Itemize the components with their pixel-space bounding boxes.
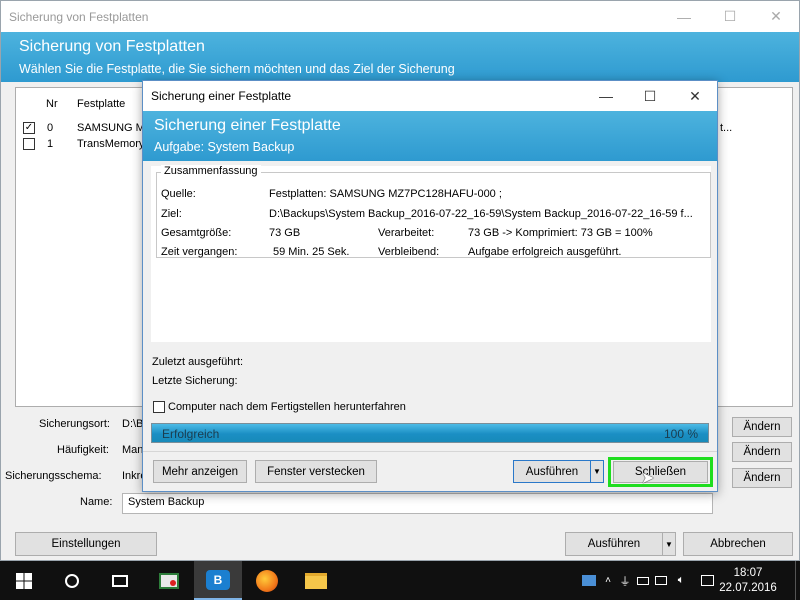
run-dropdown-button[interactable]: ▼ [662,532,676,556]
network-icon[interactable] [652,561,670,600]
dialog-maximize-button[interactable]: ☐ [627,81,673,111]
chevron-up-icon[interactable]: ˄ [600,561,616,600]
dialog-banner: Sicherung einer Festplatte Aufgabe: Syst… [143,111,717,161]
summary-group: Zusammenfassung Quelle: Festplatten: SAM… [151,165,711,342]
change-frequency-button[interactable]: Ändern [732,442,792,462]
elapsed-value: 59 Min. 25 Sek. [273,246,350,258]
row-nr: 0 [47,122,54,134]
backup-dialog: Sicherung einer Festplatte — ☐ ✕ Sicheru… [142,80,718,492]
row-checkbox[interactable]: ✓ [23,122,35,134]
keyboard-icon[interactable] [578,561,600,600]
total-size-value: 73 GB [269,227,301,239]
last-run-label: Zuletzt ausgeführt: [152,356,244,368]
dialog-run-button[interactable]: Ausführen [513,460,591,483]
progress-percent: 100 % [663,427,698,441]
task-view-icon[interactable] [96,561,144,600]
hide-window-button[interactable]: Fenster verstecken [255,460,377,483]
dialog-minimize-button[interactable]: — [583,81,629,111]
source-value: Festplatten: SAMSUNG MZ7PC128HAFU-000 ; [269,188,502,200]
main-window-title: Sicherung von Festplatten [9,9,149,24]
target-label: Ziel: [161,208,182,220]
remaining-value: Aufgabe erfolgreich ausgeführt. [468,246,622,258]
chevron-down-icon: ▼ [665,539,673,549]
shutdown-checkbox[interactable] [153,401,165,413]
usb-icon[interactable]: ⏚ [616,561,634,600]
processed-value: 73 GB -> Komprimiert: 73 GB = 100% [468,227,653,239]
name-input[interactable]: System Backup [122,493,713,514]
volume-icon[interactable]: 🔈︎ [672,561,690,600]
total-size-label: Gesamtgröße: [161,227,232,239]
change-scheme-button[interactable]: Ändern [732,468,792,488]
media-app-icon[interactable] [146,561,192,600]
progress-bar: Erfolgreich 100 % [151,423,709,443]
maximize-button[interactable]: ☐ [707,1,753,32]
name-label: Name: [80,496,113,508]
notification-icon[interactable] [696,561,718,600]
backup-app-label: B [206,569,230,590]
settings-button[interactable]: Einstellungen [15,532,157,556]
backup-app-icon[interactable]: B [194,561,242,600]
row-disk: TransMemory [77,138,145,150]
show-desktop-button[interactable] [795,561,800,600]
elapsed-label: Zeit vergangen: [161,246,238,258]
scheme-label: Sicherungsschema: [5,470,102,482]
remaining-label: Verbleibend: [378,246,440,258]
column-header-disk[interactable]: Festplatte [77,98,125,110]
main-banner-subtitle: Wählen Sie die Festplatte, die Sie siche… [19,62,455,76]
close-button[interactable]: ✕ [753,1,799,32]
power-icon[interactable] [634,561,652,600]
backup-location-value: D:\B [122,418,144,430]
summary-frame: Zusammenfassung Quelle: Festplatten: SAM… [156,165,711,258]
target-value: D:\Backups\System Backup_2016-07-22_16-5… [269,208,693,220]
row-disk: SAMSUNG MZ [77,122,152,134]
dialog-banner-subtitle: Aufgabe: System Backup [154,140,295,154]
progress-fill [152,424,708,442]
processed-label: Verarbeitet: [378,227,435,239]
source-label: Quelle: [161,188,196,200]
column-header-nr[interactable]: Nr [46,98,58,110]
dialog-close-button[interactable]: ✕ [672,81,718,111]
change-location-button[interactable]: Ändern [732,417,792,437]
dialog-titlebar[interactable]: Sicherung einer Festplatte — ☐ ✕ [143,81,717,111]
firefox-icon[interactable] [244,561,290,600]
clock-time: 18:07 [733,566,763,579]
mouse-cursor-icon: ➤ [641,470,655,487]
row-tail: t... [720,122,733,134]
chevron-down-icon: ▼ [593,467,601,476]
clock-date: 22.07.2016 [719,581,777,594]
cortana-icon[interactable] [48,561,96,600]
run-button[interactable]: Ausführen [565,532,663,556]
file-explorer-icon[interactable] [292,561,340,600]
last-backup-label: Letzte Sicherung: [152,375,238,387]
main-titlebar[interactable]: Sicherung von Festplatten — ☐ ✕ [1,1,799,32]
minimize-button[interactable]: — [661,1,707,32]
frequency-label: Häufigkeit: [57,444,109,456]
summary-legend: Zusammenfassung [161,165,261,177]
row-nr: 1 [47,138,54,150]
shutdown-label[interactable]: Computer nach dem Fertigstellen herunter… [168,401,406,413]
taskbar: B ˄ ⏚ 🔈︎ 18:07 22.07.2016 [0,561,800,600]
progress-status: Erfolgreich [162,427,220,441]
dialog-banner-title: Sicherung einer Festplatte [154,117,341,134]
main-banner: Sicherung von Festplatten Wählen Sie die… [1,32,799,82]
dialog-title: Sicherung einer Festplatte [151,89,292,103]
cancel-button[interactable]: Abbrechen [683,532,793,556]
dialog-run-dropdown-button[interactable]: ▼ [590,460,604,483]
row-checkbox[interactable] [23,138,35,150]
main-banner-title: Sicherung von Festplatten [19,38,205,55]
backup-location-label: Sicherungsort: [39,418,110,430]
clock[interactable]: 18:07 22.07.2016 [719,561,777,600]
close-dialog-button[interactable]: Schließen [613,461,708,483]
frequency-value: Man [122,444,144,456]
more-button[interactable]: Mehr anzeigen [153,460,247,483]
windows-logo-icon[interactable] [0,561,48,600]
